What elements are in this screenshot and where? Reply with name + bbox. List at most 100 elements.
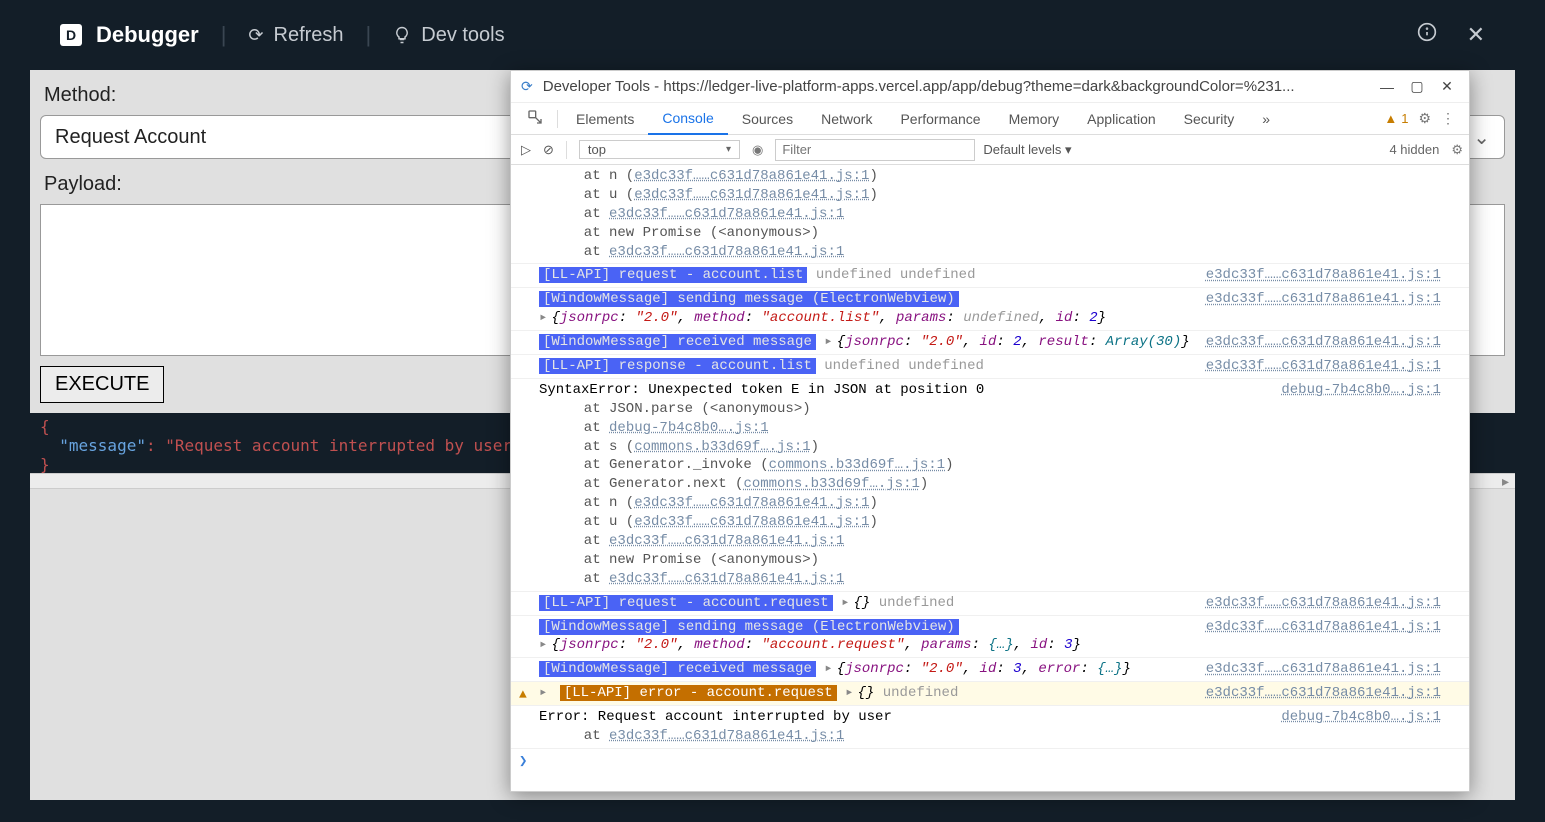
console-pane[interactable]: at n (e3dc33f……c631d78a861e41.js:1) at u… xyxy=(511,165,1469,791)
source-link[interactable]: e3dc33f……c631d78a861e41.js:1 xyxy=(1206,594,1441,613)
log-tag: [WindowMessage] received message xyxy=(539,661,816,677)
chevron-down-icon: ⌄ xyxy=(1473,125,1490,150)
source-link[interactable]: debug-7b4c8b0….js:1 xyxy=(1281,708,1441,727)
close-icon[interactable]: ✕ xyxy=(1439,78,1455,95)
log-line: e3dc33f……c631d78a861e41.js:1 [WindowMess… xyxy=(511,616,1469,659)
separator xyxy=(557,110,558,128)
stack-line: at n (e3dc33f……c631d78a861e41.js:1) xyxy=(539,494,1461,513)
bulb-icon xyxy=(393,26,411,44)
window-buttons: — ▢ ✕ xyxy=(1371,78,1463,95)
source-link[interactable]: e3dc33f……c631d78a861e41.js:1 xyxy=(1206,266,1441,285)
info-icon[interactable] xyxy=(1417,22,1437,48)
log-tag: [LL-API] response - account.list xyxy=(539,358,816,374)
stack-line: at Generator._invoke (commons.b33d69f….j… xyxy=(539,456,1461,475)
expand-icon[interactable]: ▸ xyxy=(539,637,547,653)
source-link[interactable]: e3dc33f……c631d78a861e41.js:1 xyxy=(1206,333,1441,352)
tab-application[interactable]: Application xyxy=(1073,103,1170,135)
play-icon[interactable]: ▷ xyxy=(517,142,535,158)
reload-icon[interactable]: ⟳ xyxy=(521,78,533,95)
refresh-label: Refresh xyxy=(274,24,344,47)
tab-elements[interactable]: Elements xyxy=(562,103,648,135)
source-link[interactable]: e3dc33f……c631d78a861e41.js:1 xyxy=(1206,660,1441,679)
stack-line: at new Promise (<anonymous>) xyxy=(539,224,1461,243)
tab-more[interactable]: » xyxy=(1248,103,1284,135)
stack-line: at new Promise (<anonymous>) xyxy=(539,551,1461,570)
eye-icon[interactable]: ◉ xyxy=(748,142,767,158)
warning-icon: ▲ xyxy=(519,686,527,704)
source-link[interactable]: e3dc33f……c631d78a861e41.js:1 xyxy=(1206,618,1441,637)
log-line: e3dc33f……c631d78a861e41.js:1 [WindowMess… xyxy=(511,331,1469,355)
stack-line: at e3dc33f……c631d78a861e41.js:1 xyxy=(539,570,1461,589)
stack-line: at n (e3dc33f……c631d78a861e41.js:1) xyxy=(539,167,1461,186)
maximize-icon[interactable]: ▢ xyxy=(1409,78,1425,95)
refresh-icon: ⟳ xyxy=(248,25,263,46)
stack-line: at e3dc33f……c631d78a861e41.js:1 xyxy=(539,205,1461,224)
inspect-icon[interactable] xyxy=(517,109,553,128)
expand-icon[interactable]: ▸ xyxy=(824,661,832,677)
source-link[interactable]: e3dc33f……c631d78a861e41.js:1 xyxy=(1206,684,1441,703)
app-title: Debugger xyxy=(96,22,199,48)
tab-memory[interactable]: Memory xyxy=(995,103,1074,135)
error-text: SyntaxError: Unexpected token E in JSON … xyxy=(539,382,984,398)
source-link[interactable]: debug-7b4c8b0….js:1 xyxy=(1281,381,1441,400)
close-icon[interactable]: ✕ xyxy=(1467,22,1485,48)
separator: | xyxy=(366,22,372,48)
log-line: e3dc33f……c631d78a861e41.js:1 [LL-API] re… xyxy=(511,355,1469,379)
log-line: e3dc33f……c631d78a861e41.js:1 [WindowMess… xyxy=(511,288,1469,331)
header-right: ✕ xyxy=(1417,22,1485,48)
console-toolbar: ▷ ⊘ top ◉ Default levels ▾ 4 hidden ⚙ xyxy=(511,135,1469,165)
tab-network[interactable]: Network xyxy=(807,103,886,135)
tab-performance[interactable]: Performance xyxy=(886,103,994,135)
log-tag: [LL-API] error - account.request xyxy=(560,685,837,701)
clear-icon[interactable]: ⊘ xyxy=(543,142,554,158)
expand-icon[interactable]: ▸ xyxy=(824,334,832,350)
devtools-label: Dev tools xyxy=(421,24,504,47)
devtools-button[interactable]: Dev tools xyxy=(393,24,504,47)
gear-icon[interactable]: ⚙ xyxy=(1451,142,1463,158)
refresh-button[interactable]: ⟳ Refresh xyxy=(248,24,343,47)
stack-line: at u (e3dc33f……c631d78a861e41.js:1) xyxy=(539,513,1461,532)
hidden-count[interactable]: 4 hidden xyxy=(1389,142,1439,157)
log-line-warning: ▲ e3dc33f……c631d78a861e41.js:1 ▸ [LL-API… xyxy=(511,682,1469,706)
gear-icon[interactable]: ⚙ xyxy=(1418,110,1431,127)
log-tag: [LL-API] request - account.list xyxy=(539,267,807,283)
tab-console[interactable]: Console xyxy=(648,103,727,135)
expand-icon[interactable]: ▸ xyxy=(841,595,849,611)
log-tag: [LL-API] request - account.request xyxy=(539,595,833,611)
source-link[interactable]: e3dc33f……c631d78a861e41.js:1 xyxy=(1206,357,1441,376)
devtools-tabs: Elements Console Sources Network Perform… xyxy=(511,103,1469,135)
expand-icon[interactable]: ▸ xyxy=(539,310,547,326)
separator: | xyxy=(221,22,227,48)
tabs-right: ▲ 1 ⚙ ⋮ xyxy=(1384,110,1463,127)
window-title: Developer Tools - https://ledger-live-pl… xyxy=(543,78,1371,95)
execute-button[interactable]: EXECUTE xyxy=(40,366,164,403)
stack-line: at e3dc33f……c631d78a861e41.js:1 xyxy=(539,532,1461,551)
app-icon: D xyxy=(60,24,82,46)
header-left: D Debugger xyxy=(60,22,199,48)
log-line: e3dc33f……c631d78a861e41.js:1 [WindowMess… xyxy=(511,658,1469,682)
warning-badge[interactable]: ▲ 1 xyxy=(1384,111,1408,126)
method-value: Request Account xyxy=(55,126,206,149)
context-select[interactable]: top xyxy=(579,140,740,159)
error-text: Error: Request account interrupted by us… xyxy=(539,709,892,725)
stack-line: at Generator.next (commons.b33d69f….js:1… xyxy=(539,475,1461,494)
stack-trace: at n (e3dc33f……c631d78a861e41.js:1) at u… xyxy=(511,165,1469,264)
tab-sources[interactable]: Sources xyxy=(728,103,807,135)
console-prompt[interactable]: ❯ xyxy=(511,749,1469,774)
expand-icon[interactable]: ▸ xyxy=(845,685,853,701)
stack-line: at u (e3dc33f……c631d78a861e41.js:1) xyxy=(539,186,1461,205)
log-line: e3dc33f……c631d78a861e41.js:1 [LL-API] re… xyxy=(511,592,1469,616)
devtools-titlebar: ⟳ Developer Tools - https://ledger-live-… xyxy=(511,71,1469,103)
tab-security[interactable]: Security xyxy=(1170,103,1249,135)
filter-input[interactable] xyxy=(775,139,975,161)
source-link[interactable]: e3dc33f……c631d78a861e41.js:1 xyxy=(1206,290,1441,309)
log-line: debug-7b4c8b0….js:1 SyntaxError: Unexpec… xyxy=(511,379,1469,592)
log-tag: [WindowMessage] sending message (Electro… xyxy=(539,291,959,307)
stack-line: at JSON.parse (<anonymous>) xyxy=(539,400,1461,419)
separator xyxy=(566,141,567,159)
expand-icon[interactable]: ▸ xyxy=(539,685,547,701)
minimize-icon[interactable]: — xyxy=(1379,79,1395,95)
levels-select[interactable]: Default levels ▾ xyxy=(983,142,1071,158)
menu-icon[interactable]: ⋮ xyxy=(1441,110,1455,127)
stack-line: at debug-7b4c8b0….js:1 xyxy=(539,419,1461,438)
